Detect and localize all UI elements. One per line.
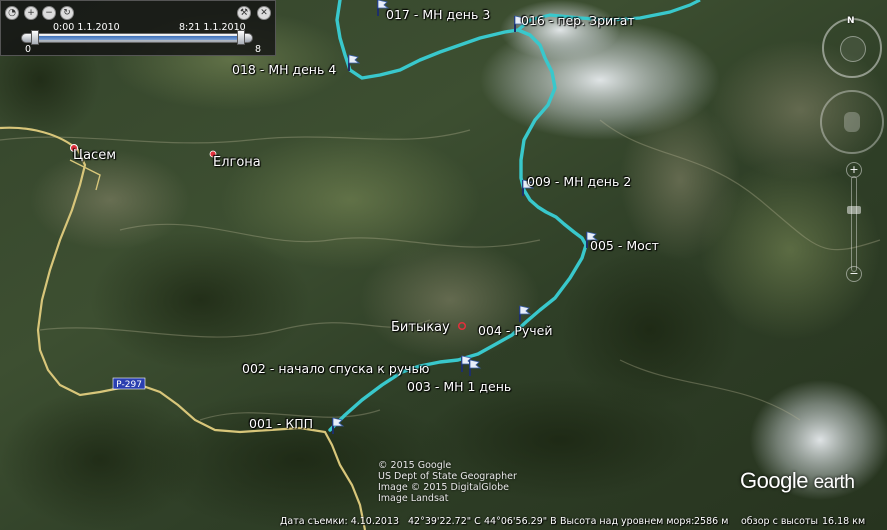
close-icon[interactable]: ✕ bbox=[257, 6, 271, 20]
copyright-line: US Dept of State Geographer bbox=[378, 471, 517, 482]
zoom-out-time-icon[interactable]: − bbox=[42, 6, 56, 20]
elevation-value: 2586 м bbox=[694, 516, 729, 527]
copyright-line: Image Landsat bbox=[378, 493, 449, 504]
longitude: 44°06'56.29" В bbox=[484, 516, 557, 527]
scale-min: 0 bbox=[25, 44, 32, 55]
place-dot-elgona bbox=[209, 150, 217, 158]
scale-max: 8 bbox=[255, 44, 262, 55]
hand-icon bbox=[844, 112, 860, 132]
time-handle-end[interactable] bbox=[237, 30, 245, 45]
time-start: 0:00 1.1.2010 bbox=[53, 22, 120, 33]
time-end: 8:21 1.1.2010 bbox=[179, 22, 246, 33]
time-range bbox=[32, 36, 242, 40]
move-control[interactable] bbox=[820, 90, 886, 156]
logo-earth: earth bbox=[813, 472, 855, 493]
copyright-line: © 2015 Google bbox=[378, 460, 452, 471]
logo-google: Google bbox=[740, 468, 808, 493]
time-slider-panel: ◔ + − ↻ ⚒ ✕ 0:00 1.1.2010 8:21 1.1.2010 … bbox=[0, 0, 276, 56]
place-dot-tsasem bbox=[70, 144, 78, 152]
zoom-in-time-icon[interactable]: + bbox=[24, 6, 38, 20]
status-bar: Дата съемки: 4.10.2013 42°39'22.72" С 44… bbox=[0, 513, 887, 530]
look-control[interactable]: N bbox=[822, 16, 884, 80]
zoom-track[interactable] bbox=[851, 176, 857, 272]
zoom-out-icon[interactable]: − bbox=[846, 266, 862, 282]
eye-altitude-value: 16.18 км bbox=[822, 516, 866, 527]
time-track[interactable] bbox=[21, 33, 253, 43]
play-icon[interactable]: ↻ bbox=[60, 6, 74, 20]
north-label: N bbox=[847, 16, 855, 26]
imagery-date: Дата съемки: 4.10.2013 bbox=[280, 516, 400, 527]
copyright-block: © 2015 Google US Dept of State Geographe… bbox=[378, 460, 517, 504]
zoom-slider-handle[interactable] bbox=[847, 206, 861, 214]
elevation-label: Высота над уровнем моря: bbox=[560, 516, 695, 527]
settings-wrench-icon[interactable]: ⚒ bbox=[237, 6, 251, 20]
eye-altitude-label: обзор с высоты bbox=[741, 516, 818, 527]
clock-icon[interactable]: ◔ bbox=[5, 6, 19, 20]
satellite-map[interactable]: Р-297 bbox=[0, 0, 887, 530]
time-handle-start[interactable] bbox=[31, 30, 39, 45]
latitude: 42°39'22.72" С bbox=[408, 516, 481, 527]
google-earth-logo: Google earth bbox=[740, 468, 855, 494]
road-badge-text: Р-297 bbox=[116, 380, 142, 390]
zoom-control[interactable]: + − bbox=[845, 162, 863, 282]
copyright-line: Image © 2015 DigitalGlobe bbox=[378, 482, 509, 493]
look-joystick-icon[interactable] bbox=[840, 36, 866, 62]
